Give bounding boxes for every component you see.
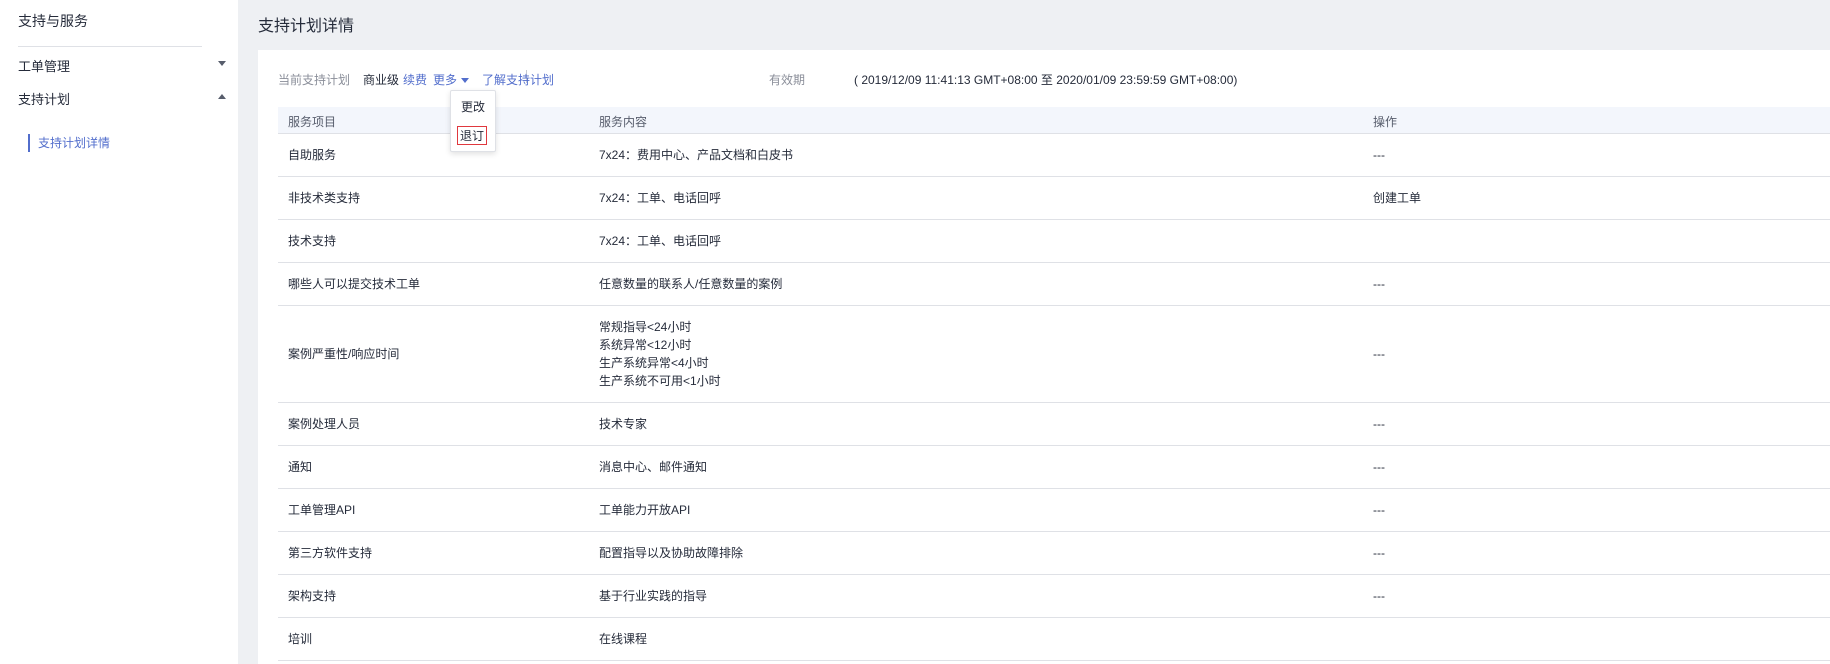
table-row: 非技术类支持 7x24：工单、电话回呼 创建工单 [278, 177, 1830, 220]
cell-action: --- [1373, 589, 1385, 603]
table-row: 通知 消息中心、邮件通知 --- [278, 446, 1830, 489]
cell-action: --- [1373, 417, 1385, 431]
sidebar-item-ticket-management[interactable]: 工单管理 [18, 56, 228, 76]
cell-content: 基于行业实践的指导 [599, 589, 708, 603]
more-dropdown-menu: 更改 退订 [450, 90, 496, 152]
cell-content: 任意数量的联系人/任意数量的案例 [599, 277, 783, 291]
cell-content: 在线课程 [599, 632, 648, 646]
table-row: 架构支持 基于行业实践的指导 --- [278, 575, 1830, 618]
cell-content: 7x24：工单、电话回呼 [599, 191, 722, 205]
service-table: 服务项目 服务内容 操作 自助服务 7x24：费用中心、产品文档和白皮书 ---… [278, 107, 1830, 661]
cell-content: 工单能力开放API [599, 503, 691, 517]
validity-value: ( 2019/12/09 11:41:13 GMT+08:00 至 2020/0… [854, 73, 1238, 87]
cell-action: --- [1373, 347, 1385, 361]
create-ticket-link[interactable]: 创建工单 [1373, 189, 1421, 207]
table-row: 工单管理API 工单能力开放API --- [278, 489, 1830, 532]
header-action: 操作 [1373, 115, 1398, 129]
cell-action: --- [1373, 460, 1385, 474]
cell-action: --- [1373, 148, 1385, 162]
sidebar-item-label: 工单管理 [18, 59, 71, 74]
more-dropdown-trigger[interactable]: 更多 [433, 70, 470, 90]
table-row: 第三方软件支持 配置指导以及协助故障排除 --- [278, 532, 1830, 575]
sidebar-item-label: 支持计划 [18, 92, 71, 107]
table-row: 技术支持 7x24：工单、电话回呼 [278, 220, 1830, 263]
validity-label: 有效期 [769, 73, 806, 87]
cell-content: 消息中心、邮件通知 [599, 460, 708, 474]
sidebar-item-support-plan[interactable]: 支持计划 [18, 89, 228, 109]
cell-item: 自助服务 [288, 148, 337, 162]
cell-action: --- [1373, 546, 1385, 560]
cell-item: 培训 [288, 632, 313, 646]
cell-content: 常规指导<24小时 系统异常<12小时 生产系统异常<4小时 生产系统不可用<1… [599, 320, 721, 388]
header-service-content: 服务内容 [599, 115, 648, 129]
cell-item: 技术支持 [288, 234, 337, 248]
sidebar-title: 支持与服务 [18, 13, 88, 29]
table-row: 案例严重性/响应时间 常规指导<24小时 系统异常<12小时 生产系统异常<4小… [278, 306, 1830, 403]
table-row: 案例处理人员 技术专家 --- [278, 403, 1830, 446]
renew-link[interactable]: 续费 [403, 70, 427, 90]
cell-content: 7x24：费用中心、产品文档和白皮书 [599, 148, 794, 162]
table-row: 培训 在线课程 [278, 618, 1830, 661]
cell-item: 通知 [288, 460, 313, 474]
cell-item: 非技术类支持 [288, 191, 361, 205]
cell-item: 哪些人可以提交技术工单 [288, 277, 421, 291]
cell-content: 配置指导以及协助故障排除 [599, 546, 744, 560]
cell-item: 第三方软件支持 [288, 546, 373, 560]
cell-content: 7x24：工单、电话回呼 [599, 234, 722, 248]
sidebar-subitem-plan-details[interactable]: 支持计划详情 [28, 134, 110, 152]
unsubscribe-option[interactable]: 退订 [457, 126, 488, 145]
header-service-item: 服务项目 [288, 115, 337, 129]
caret-down-icon [461, 78, 470, 84]
cell-content: 技术专家 [599, 417, 648, 431]
table-row: 自助服务 7x24：费用中心、产品文档和白皮书 --- [278, 134, 1830, 177]
table-row: 哪些人可以提交技术工单 任意数量的联系人/任意数量的案例 --- [278, 263, 1830, 306]
page-title: 支持计划详情 [258, 18, 355, 35]
plan-info-row: 当前支持计划 商业级 续费 更多 了解支持计划 有效期 ( 2019/12/09… [278, 70, 1818, 90]
learn-support-plan-link[interactable]: 了解支持计划 [482, 70, 554, 90]
cell-item: 案例处理人员 [288, 417, 361, 431]
chevron-down-icon [218, 61, 226, 66]
table-header: 服务项目 服务内容 操作 [278, 107, 1830, 134]
change-plan-option[interactable]: 更改 [461, 98, 485, 115]
more-label: 更多 [433, 73, 458, 87]
cell-item: 架构支持 [288, 589, 337, 603]
cell-item: 案例严重性/响应时间 [288, 347, 400, 361]
cell-action: --- [1373, 503, 1385, 517]
sidebar-divider [18, 46, 202, 47]
sidebar: 支持与服务 工单管理 支持计划 支持计划详情 [0, 0, 238, 664]
plan-level: 商业级 [363, 73, 400, 87]
chevron-up-icon [218, 94, 226, 99]
cell-action: --- [1373, 277, 1385, 291]
cell-item: 工单管理API [288, 503, 356, 517]
current-plan-label: 当前支持计划 [278, 73, 351, 87]
